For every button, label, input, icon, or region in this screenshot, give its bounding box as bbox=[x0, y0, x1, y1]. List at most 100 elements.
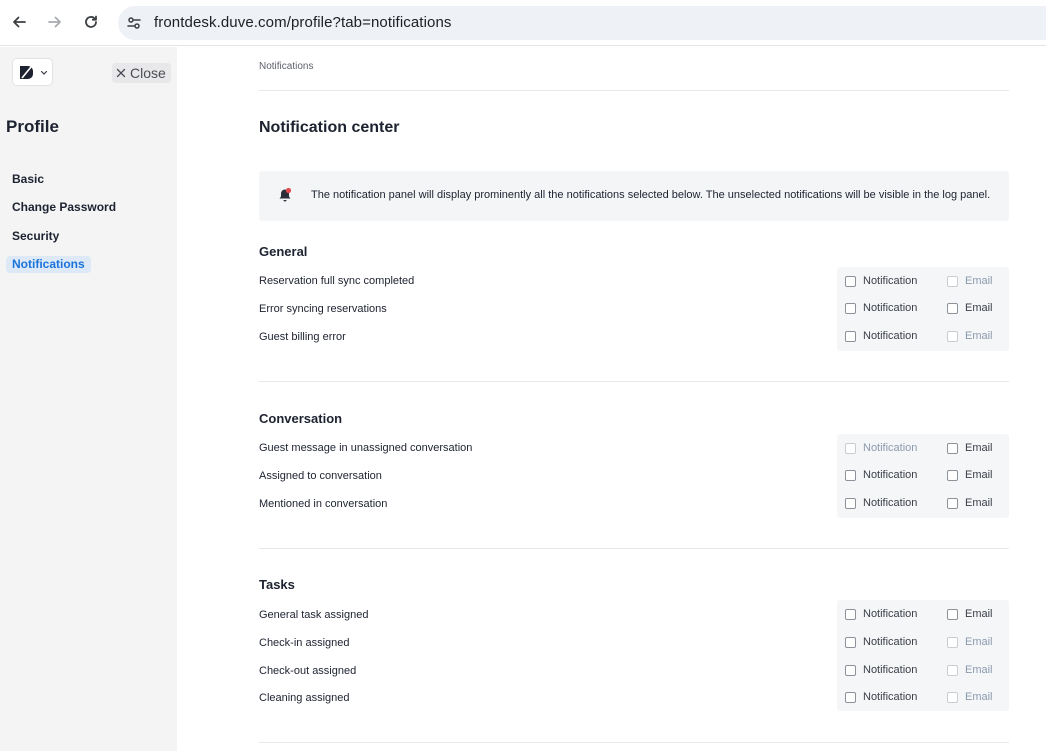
section-divider bbox=[259, 548, 1009, 549]
options-panel-general: Notification Email Notification Email No… bbox=[837, 267, 1009, 351]
row-label-mentioned-in-conversation: Mentioned in conversation bbox=[259, 498, 388, 510]
checkbox-box[interactable] bbox=[947, 469, 958, 481]
info-message: The notification panel will display prom… bbox=[311, 189, 991, 201]
page-title: Notification center bbox=[259, 119, 400, 136]
checkbox-box bbox=[947, 330, 958, 342]
workspace-switcher[interactable] bbox=[12, 58, 53, 86]
notification-label: Notification bbox=[863, 330, 918, 342]
row-label-reservation-full-sync: Reservation full sync completed bbox=[259, 275, 415, 287]
email-label: Email bbox=[965, 469, 993, 481]
section-title-conversation: Conversation bbox=[259, 411, 343, 426]
checkbox-box[interactable] bbox=[947, 497, 958, 509]
notification-label: Notification bbox=[863, 608, 918, 620]
notification-checkbox[interactable]: Notification bbox=[845, 330, 917, 342]
options-panel-tasks: Notification Email Notification Email No… bbox=[837, 600, 1009, 711]
breadcrumb: Notifications bbox=[259, 61, 314, 72]
checkbox-box bbox=[947, 664, 958, 676]
row-label-general-task-assigned: General task assigned bbox=[259, 609, 369, 621]
checkbox-box bbox=[947, 636, 958, 648]
row-label-error-syncing: Error syncing reservations bbox=[259, 303, 387, 315]
checkbox-box bbox=[947, 691, 958, 703]
email-checkbox[interactable]: Email bbox=[947, 469, 993, 481]
notification-checkbox[interactable]: Notification bbox=[845, 302, 917, 314]
email-label: Email bbox=[965, 608, 993, 620]
notification-label: Notification bbox=[863, 302, 918, 314]
checkbox-box[interactable] bbox=[845, 275, 856, 287]
notification-checkbox[interactable]: Notification bbox=[845, 636, 917, 648]
sidebar-item-notifications[interactable]: Notifications bbox=[6, 256, 91, 273]
email-label: Email bbox=[965, 302, 993, 314]
email-label: Email bbox=[965, 275, 993, 287]
chevron-down-icon bbox=[40, 70, 48, 75]
checkbox-box bbox=[947, 275, 958, 287]
divider bbox=[259, 90, 1009, 91]
notification-label: Notification bbox=[863, 469, 918, 481]
notification-label: Notification bbox=[863, 275, 918, 287]
notification-label: Notification bbox=[863, 636, 918, 648]
notification-checkbox[interactable]: Notification bbox=[845, 608, 917, 620]
email-checkbox[interactable]: Email bbox=[947, 608, 993, 620]
notification-checkbox[interactable]: Notification bbox=[845, 275, 917, 287]
checkbox-box[interactable] bbox=[845, 497, 856, 509]
forward-arrow-icon[interactable] bbox=[44, 10, 66, 34]
email-label: Email bbox=[965, 442, 993, 454]
sidebar-item-security[interactable]: Security bbox=[6, 228, 65, 245]
section-title-general: General bbox=[259, 244, 308, 259]
sidebar-item-basic[interactable]: Basic bbox=[6, 171, 50, 188]
email-checkbox[interactable]: Email bbox=[947, 497, 993, 509]
checkbox-box[interactable] bbox=[845, 664, 856, 676]
notification-checkbox[interactable]: Notification bbox=[845, 664, 917, 676]
sidebar: Close Profile Basic Change Password Secu… bbox=[0, 47, 177, 751]
checkbox-box[interactable] bbox=[845, 330, 856, 342]
email-label: Email bbox=[965, 691, 993, 703]
email-label: Email bbox=[965, 497, 993, 509]
notification-checkbox[interactable]: Notification bbox=[845, 691, 917, 703]
row-label-assigned-to-conversation: Assigned to conversation bbox=[259, 470, 382, 482]
notification-label: Notification bbox=[863, 442, 918, 454]
email-checkbox[interactable]: Email bbox=[947, 302, 993, 314]
options-panel-conversation: Notification Email Notification Email No… bbox=[837, 434, 1009, 518]
main-content: Notifications Notification center The no… bbox=[177, 47, 1046, 751]
checkbox-box[interactable] bbox=[845, 608, 856, 620]
checkbox-box[interactable] bbox=[845, 469, 856, 481]
bell-icon bbox=[279, 187, 292, 202]
section-divider bbox=[259, 742, 1009, 743]
close-icon bbox=[116, 68, 126, 78]
info-banner: The notification panel will display prom… bbox=[259, 171, 1009, 221]
section-title-tasks: Tasks bbox=[259, 577, 295, 592]
url-text[interactable]: frontdesk.duve.com/profile?tab=notificat… bbox=[154, 14, 452, 31]
notification-label: Notification bbox=[863, 691, 918, 703]
close-button[interactable]: Close bbox=[112, 63, 171, 83]
section-divider bbox=[259, 381, 1009, 382]
address-bar[interactable]: frontdesk.duve.com/profile?tab=notificat… bbox=[118, 6, 1046, 40]
sidebar-title: Profile bbox=[6, 117, 59, 136]
email-checkbox: Email bbox=[947, 330, 993, 342]
email-checkbox: Email bbox=[947, 636, 993, 648]
email-checkbox: Email bbox=[947, 275, 993, 287]
sidebar-item-change-password[interactable]: Change Password bbox=[6, 199, 122, 216]
checkbox-box[interactable] bbox=[947, 442, 958, 454]
notification-checkbox[interactable]: Notification bbox=[845, 469, 917, 481]
email-checkbox: Email bbox=[947, 691, 993, 703]
notification-checkbox: Notification bbox=[845, 442, 917, 454]
notification-checkbox[interactable]: Notification bbox=[845, 497, 917, 509]
email-label: Email bbox=[965, 636, 993, 648]
row-label-guest-message-unassigned: Guest message in unassigned conversation bbox=[259, 442, 473, 454]
checkbox-box bbox=[845, 442, 856, 454]
row-label-cleaning-assigned: Cleaning assigned bbox=[259, 692, 350, 704]
row-label-check-in-assigned: Check-in assigned bbox=[259, 637, 350, 649]
checkbox-box[interactable] bbox=[845, 302, 856, 314]
checkbox-box[interactable] bbox=[845, 691, 856, 703]
email-label: Email bbox=[965, 664, 993, 676]
checkbox-box[interactable] bbox=[947, 608, 958, 620]
back-arrow-icon[interactable] bbox=[8, 10, 30, 34]
browser-toolbar: frontdesk.duve.com/profile?tab=notificat… bbox=[0, 0, 1046, 46]
site-settings-icon[interactable] bbox=[126, 15, 142, 31]
email-label: Email bbox=[965, 330, 993, 342]
reload-icon[interactable] bbox=[80, 10, 102, 34]
email-checkbox[interactable]: Email bbox=[947, 442, 993, 454]
checkbox-box[interactable] bbox=[947, 302, 958, 314]
checkbox-box[interactable] bbox=[845, 636, 856, 648]
notification-label: Notification bbox=[863, 664, 918, 676]
row-label-check-out-assigned: Check-out assigned bbox=[259, 665, 357, 677]
